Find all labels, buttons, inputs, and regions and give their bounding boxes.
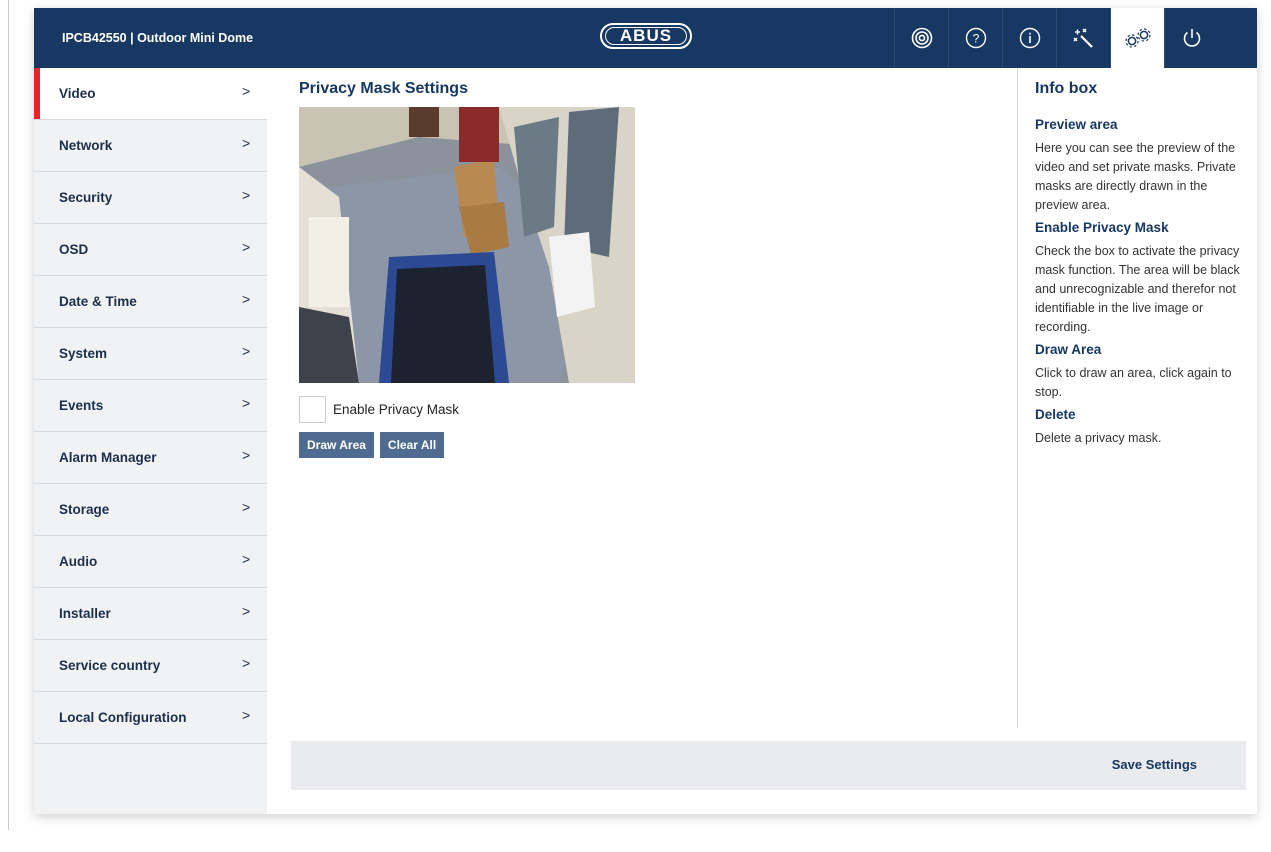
save-settings-button[interactable]: Save Settings bbox=[1112, 757, 1197, 772]
chevron-right-icon: > bbox=[242, 83, 251, 99]
sidebar-item-label: Audio bbox=[59, 554, 98, 569]
chevron-right-icon: > bbox=[242, 655, 251, 671]
info-box-title: Info box bbox=[1035, 80, 1098, 97]
enable-privacy-mask-label: Enable Privacy Mask bbox=[333, 402, 460, 417]
info-box-body: Preview area Here you can see the previe… bbox=[1035, 117, 1249, 453]
sidebar-item-service-country[interactable]: Service country > bbox=[34, 640, 267, 692]
chevron-right-icon: > bbox=[242, 343, 251, 359]
sidebar-item-label: OSD bbox=[59, 242, 89, 257]
sidebar-item-installer[interactable]: Installer > bbox=[34, 588, 267, 640]
power-icon[interactable] bbox=[1164, 8, 1218, 68]
header-icon-bar: ? bbox=[894, 8, 1218, 68]
chevron-right-icon: > bbox=[242, 239, 251, 255]
draw-area-button[interactable]: Draw Area bbox=[299, 432, 374, 458]
chevron-right-icon: > bbox=[242, 447, 251, 463]
settings-sidebar: Video > Network > Security > OSD > Date & Ti… bbox=[34, 68, 267, 814]
sidebar-item-alarm-manager[interactable]: Alarm Manager > bbox=[34, 432, 267, 484]
sidebar-item-network[interactable]: Network > bbox=[34, 120, 267, 172]
sidebar-item-video[interactable]: Video > bbox=[34, 68, 267, 120]
info-icon[interactable] bbox=[1002, 8, 1056, 68]
chevron-right-icon: > bbox=[242, 551, 251, 567]
sidebar-item-system[interactable]: System > bbox=[34, 328, 267, 380]
abus-logo: ABUS bbox=[600, 23, 692, 49]
sidebar-item-label: Installer bbox=[59, 606, 111, 621]
page-title: Privacy Mask Settings bbox=[299, 80, 468, 97]
main-content: Privacy Mask Settings Enable Privacy Mas… bbox=[267, 68, 1017, 748]
sidebar-item-label: Security bbox=[59, 190, 113, 205]
top-header: IPCB42550 | Outdoor Mini Dome ABUS ? bbox=[34, 8, 1257, 68]
settings-icon[interactable] bbox=[1110, 8, 1164, 68]
help-icon[interactable]: ? bbox=[948, 8, 1002, 68]
sidebar-item-label: Storage bbox=[59, 502, 110, 517]
info-heading-enable-privacy-mask: Enable Privacy Mask bbox=[1035, 220, 1169, 235]
info-text-draw-area: Click to draw an area, click again to st… bbox=[1035, 366, 1232, 399]
info-heading-delete: Delete bbox=[1035, 407, 1076, 422]
info-text-delete: Delete a privacy mask. bbox=[1035, 431, 1162, 445]
chevron-right-icon: > bbox=[242, 187, 251, 203]
info-box: Info box Preview area Here you can see t… bbox=[1017, 68, 1257, 728]
enable-privacy-mask-checkbox[interactable] bbox=[299, 396, 326, 423]
sidebar-item-osd[interactable]: OSD > bbox=[34, 224, 267, 276]
window-edge bbox=[8, 0, 9, 830]
info-heading-preview-area: Preview area bbox=[1035, 117, 1118, 132]
sidebar-item-label: Network bbox=[59, 138, 113, 153]
sidebar-item-label: Service country bbox=[59, 658, 161, 673]
video-preview[interactable] bbox=[299, 107, 635, 383]
sidebar-item-audio[interactable]: Audio > bbox=[34, 536, 267, 588]
sidebar-item-label: Date & Time bbox=[59, 294, 137, 309]
clear-all-button[interactable]: Clear All bbox=[379, 432, 445, 458]
sidebar-item-label: Local Configuration bbox=[59, 710, 187, 725]
chevron-right-icon: > bbox=[242, 291, 251, 307]
chevron-right-icon: > bbox=[242, 395, 251, 411]
sidebar-item-date-time[interactable]: Date & Time > bbox=[34, 276, 267, 328]
info-text-enable-privacy-mask: Check the box to activate the privacy ma… bbox=[1035, 244, 1240, 334]
logo-frame bbox=[605, 27, 687, 45]
info-text-preview-area: Here you can see the preview of the vide… bbox=[1035, 141, 1236, 212]
chevron-right-icon: > bbox=[242, 707, 251, 723]
sidebar-item-label: Alarm Manager bbox=[59, 450, 157, 465]
chevron-right-icon: > bbox=[242, 135, 251, 151]
camera-preview-image bbox=[299, 107, 635, 383]
device-title: IPCB42550 | Outdoor Mini Dome bbox=[62, 31, 254, 45]
sidebar-item-label: System bbox=[59, 346, 108, 361]
chevron-right-icon: > bbox=[242, 499, 251, 515]
mask-action-buttons: Draw Area Clear All bbox=[299, 432, 445, 458]
info-heading-draw-area: Draw Area bbox=[1035, 342, 1102, 357]
save-bar: Save Settings bbox=[291, 741, 1246, 790]
wizard-icon[interactable] bbox=[1056, 8, 1110, 68]
sidebar-item-label: Video bbox=[59, 86, 96, 101]
sidebar-item-security[interactable]: Security > bbox=[34, 172, 267, 224]
chevron-right-icon: > bbox=[242, 603, 251, 619]
app-window: IPCB42550 | Outdoor Mini Dome ABUS ? Vid… bbox=[34, 8, 1257, 814]
sidebar-item-storage[interactable]: Storage > bbox=[34, 484, 267, 536]
enable-privacy-mask-row: Enable Privacy Mask bbox=[299, 396, 459, 423]
live-view-icon[interactable] bbox=[894, 8, 948, 68]
svg-text:?: ? bbox=[972, 32, 979, 46]
sidebar-item-local-configuration[interactable]: Local Configuration > bbox=[34, 692, 267, 744]
sidebar-item-label: Events bbox=[59, 398, 104, 413]
sidebar-item-events[interactable]: Events > bbox=[34, 380, 267, 432]
